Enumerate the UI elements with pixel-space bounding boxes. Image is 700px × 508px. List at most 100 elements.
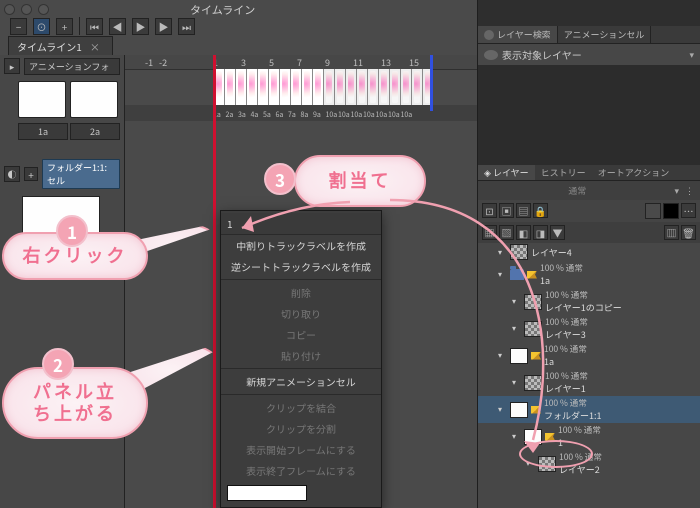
layer-draft-icon[interactable]: ▤	[516, 203, 531, 218]
layer-merge-icon[interactable]: ▼	[550, 225, 565, 240]
context-menu-item[interactable]: 新規アニメーションセル	[221, 371, 381, 392]
tab-history[interactable]: ヒストリー	[535, 165, 592, 180]
layer-row[interactable]: ▾100 % 通常1	[478, 423, 700, 450]
layer-row[interactable]: ▾100 % 通常レイヤー3	[478, 315, 700, 342]
play-icon[interactable]: ▶	[132, 18, 149, 35]
frame-thumb[interactable]	[345, 69, 356, 105]
frame-thumb[interactable]	[323, 69, 334, 105]
context-menu[interactable]: 1 中割りトラックラベルを作成逆シートトラックラベルを作成削除切り取りコピー貼り…	[220, 210, 382, 508]
add-track-button[interactable]: +	[24, 167, 38, 181]
frame-label: 6a	[276, 110, 284, 120]
disclosure-triangle-icon[interactable]: ▾	[498, 247, 507, 258]
layer-row[interactable]: ▾100 % 通常フォルダー1:1	[478, 396, 700, 423]
disclosure-icon[interactable]: ▸	[4, 58, 20, 74]
disclosure-triangle-icon[interactable]: ▾	[512, 296, 521, 307]
playback-end-marker[interactable]	[430, 55, 433, 111]
layer-mask-icon[interactable]: ◧	[516, 225, 531, 240]
frame-thumb[interactable]	[279, 69, 290, 105]
layer-opacity-label: 100 % 通常	[544, 397, 602, 409]
zoom-in-icon[interactable]: +	[56, 18, 73, 35]
go-end-icon[interactable]: ⏭	[178, 18, 195, 35]
timeline-tab[interactable]: タイムライン1	[8, 36, 113, 57]
context-menu-item[interactable]: 中割りトラックラベルを作成	[221, 235, 381, 256]
disclosure-triangle-icon[interactable]: ▾	[512, 431, 521, 442]
tab-animation-cel[interactable]: アニメーションセル	[558, 26, 652, 43]
frame-thumb[interactable]	[378, 69, 389, 105]
context-menu-input[interactable]	[227, 485, 307, 501]
layer-row[interactable]: ▾100 % 通常レイヤー1	[478, 369, 700, 396]
blend-mode-label[interactable]: 通常	[568, 184, 586, 197]
new-folder-icon[interactable]: ▧	[499, 225, 514, 240]
chevron-down-icon[interactable]: ▾	[689, 48, 694, 61]
zoom-fit-icon[interactable]: ⊙	[33, 18, 50, 35]
right-panel-gap-top	[478, 0, 700, 26]
zoom-out-icon[interactable]: −	[10, 18, 27, 35]
track-visibility-icon[interactable]: ◐	[4, 166, 20, 182]
frame-thumb[interactable]	[356, 69, 367, 105]
frame-thumb[interactable]	[290, 69, 301, 105]
annotation-badge-2: 2	[42, 348, 74, 380]
frame-thumb[interactable]	[301, 69, 312, 105]
palette-color-2[interactable]	[663, 203, 679, 219]
disclosure-triangle-icon[interactable]: ▾	[512, 323, 521, 334]
layer-row[interactable]: ▾100 % 通常1a	[478, 342, 700, 369]
tab-layer[interactable]: ◈ レイヤー	[478, 165, 535, 180]
layer-ref-icon[interactable]: ▣	[499, 203, 514, 218]
dropdown-button-icon[interactable]: ⋮	[685, 184, 694, 197]
layer-row[interactable]: ▾100 % 通常1a	[478, 261, 700, 288]
frame-thumb[interactable]	[235, 69, 246, 105]
layer-name-label: レイヤー3	[545, 328, 588, 341]
frame-thumb[interactable]	[389, 69, 400, 105]
cel-thumbnail-2a	[70, 81, 118, 118]
tab-layer-search[interactable]: レイヤー検索	[478, 26, 558, 43]
layer-lock-icon[interactable]: 🔒	[533, 203, 548, 218]
disclosure-triangle-icon[interactable]: ▾	[498, 269, 507, 280]
timeline-ruler[interactable]: 13579111315-1-2	[125, 55, 478, 70]
disclosure-triangle-icon[interactable]: ▾	[498, 404, 507, 415]
disclosure-triangle-icon[interactable]: ▾	[512, 377, 521, 388]
flag-icon	[531, 406, 541, 414]
disclosure-triangle-icon[interactable]: ▾	[526, 458, 535, 469]
layer-ruler-icon[interactable]: ◨	[533, 225, 548, 240]
layer-menu-icon[interactable]: ⋯	[681, 203, 696, 218]
search-target-label: 表示対象レイヤー	[502, 47, 582, 62]
cel-tab-2a[interactable]: 2a	[70, 123, 120, 140]
eye-icon[interactable]	[484, 50, 498, 60]
new-folder-label[interactable]: フォルダー1:1: セル	[42, 159, 120, 189]
layer-row[interactable]: ▾ 100 % 通常レイヤー2	[478, 450, 700, 477]
frame-thumb[interactable]	[367, 69, 378, 105]
frame-thumb[interactable]	[334, 69, 345, 105]
panel-tabs-2: ◈ レイヤー ヒストリー オートアクション	[478, 165, 700, 181]
frame-thumb[interactable]	[224, 69, 235, 105]
layer-name-label: 1a	[540, 274, 583, 287]
layer-opacity-label: 100 % 通常	[559, 451, 602, 463]
layer-thumbnail	[524, 429, 542, 445]
playhead-marker[interactable]	[213, 55, 216, 508]
frame-thumb[interactable]	[257, 69, 268, 105]
frame-thumb[interactable]	[411, 69, 422, 105]
trash-icon[interactable]: 🗑	[681, 225, 696, 240]
layer-clip-icon[interactable]: ⊡	[482, 203, 497, 218]
go-start-icon[interactable]: ⏮	[86, 18, 103, 35]
layer-row[interactable]: ▾100 % 通常レイヤー1のコピー	[478, 288, 700, 315]
frame-thumb[interactable]	[400, 69, 411, 105]
chevron-down-icon[interactable]: ▾	[674, 184, 679, 197]
palette-color-1[interactable]	[645, 203, 661, 219]
frame-thumb[interactable]	[246, 69, 257, 105]
cel-tab-1a[interactable]: 1a	[18, 123, 68, 140]
layer-2pane-icon[interactable]: ▥	[664, 225, 679, 240]
anim-folder-label[interactable]: アニメーションフォ	[24, 58, 120, 75]
layer-tree[interactable]: ▾レイヤー4▾100 % 通常1a▾100 % 通常レイヤー1のコピー▾100 …	[478, 243, 700, 508]
new-layer-icon[interactable]: ▦	[482, 225, 497, 240]
prev-frame-icon[interactable]: ◀	[109, 18, 126, 35]
layer-name-label: レイヤー2	[559, 463, 602, 476]
tab-autoaction[interactable]: オートアクション	[592, 165, 676, 180]
frame-thumb[interactable]	[312, 69, 323, 105]
context-menu-item[interactable]: 逆シートトラックラベルを作成	[221, 256, 381, 277]
ruler-tick: 15	[409, 56, 419, 69]
layer-row[interactable]: ▾レイヤー4	[478, 243, 700, 261]
disclosure-triangle-icon[interactable]: ▾	[498, 350, 507, 361]
next-frame-icon[interactable]: ▶	[155, 18, 172, 35]
divider	[79, 17, 80, 35]
frame-thumb[interactable]	[268, 69, 279, 105]
